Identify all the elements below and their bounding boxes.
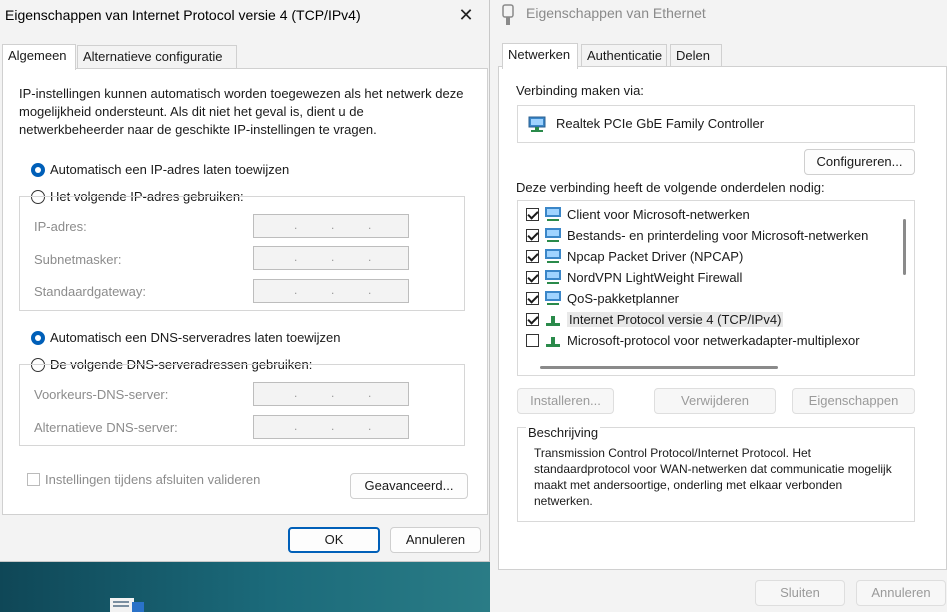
list-item[interactable]: NordVPN LightWeight Firewall bbox=[526, 267, 742, 287]
connect-via-label: Verbinding maken via: bbox=[516, 83, 644, 98]
component-label: Internet Protocol versie 4 (TCP/IPv4) bbox=[567, 311, 784, 327]
validate-label: Instellingen tijdens afsluiten valideren bbox=[45, 472, 261, 487]
dns-auto-label: Automatisch een DNS-serveradres laten to… bbox=[50, 330, 341, 345]
checkbox-checked-icon[interactable] bbox=[526, 228, 539, 242]
validate-checkbox[interactable]: Instellingen tijdens afsluiten valideren bbox=[27, 472, 260, 487]
description-title: Beschrijving bbox=[526, 425, 601, 440]
close-button[interactable]: Sluiten bbox=[755, 580, 845, 606]
list-item[interactable]: Npcap Packet Driver (NPCAP) bbox=[526, 246, 743, 266]
dialog-title: Eigenschappen van Ethernet bbox=[526, 5, 706, 21]
tab-networking[interactable]: Netwerken bbox=[502, 43, 578, 69]
network-service-icon bbox=[545, 270, 561, 284]
alternate-dns-field[interactable]: ... bbox=[253, 415, 409, 439]
default-gateway-field[interactable]: ... bbox=[253, 279, 409, 303]
ipv4-properties-dialog: Eigenschappen van Internet Protocol vers… bbox=[0, 0, 490, 562]
tab-alternate-config[interactable]: Alternatieve configuratie bbox=[77, 45, 237, 69]
component-label: Npcap Packet Driver (NPCAP) bbox=[567, 248, 744, 264]
list-item[interactable]: Client voor Microsoft-netwerken bbox=[526, 204, 750, 224]
list-item[interactable]: Bestands- en printerdeling voor Microsof… bbox=[526, 225, 868, 245]
list-item[interactable]: QoS-pakketplanner bbox=[526, 288, 679, 308]
install-button[interactable]: Installeren... bbox=[517, 388, 614, 414]
cancel-button[interactable]: Annuleren bbox=[390, 527, 481, 553]
checkbox-checked-icon[interactable] bbox=[526, 312, 539, 326]
ip-auto-radio[interactable]: Automatisch een IP-adres laten toewijzen bbox=[31, 162, 289, 177]
component-label: NordVPN LightWeight Firewall bbox=[567, 269, 743, 285]
components-list[interactable]: Client voor Microsoft-netwerken Bestands… bbox=[517, 200, 915, 376]
subnet-mask-label: Subnetmasker: bbox=[34, 252, 122, 267]
checkbox-checked-icon[interactable] bbox=[526, 270, 539, 284]
ip-address-field[interactable]: ... bbox=[253, 214, 409, 238]
alternate-dns-label: Alternatieve DNS-server: bbox=[34, 420, 178, 435]
tab-sharing[interactable]: Delen bbox=[670, 44, 722, 68]
network-protocol-icon bbox=[546, 316, 560, 326]
radio-selected-icon bbox=[31, 330, 45, 345]
tab-authentication[interactable]: Authenticatie bbox=[581, 44, 667, 68]
network-service-icon bbox=[545, 249, 561, 263]
adapter-name: Realtek PCIe GbE Family Controller bbox=[556, 116, 765, 131]
list-item[interactable]: Microsoft-protocol voor netwerkadapter-m… bbox=[526, 330, 860, 350]
titlebar: Eigenschappen van Internet Protocol vers… bbox=[0, 0, 489, 32]
network-service-icon bbox=[545, 228, 561, 242]
network-adapter-icon bbox=[528, 116, 546, 132]
checkbox-checked-icon[interactable] bbox=[526, 291, 539, 305]
horizontal-scrollbar[interactable] bbox=[540, 366, 778, 369]
advanced-button[interactable]: Geavanceerd... bbox=[350, 473, 468, 499]
checkbox-unchecked-icon bbox=[27, 473, 40, 486]
general-panel: IP-instellingen kunnen automatisch worde… bbox=[2, 68, 488, 515]
tab-general[interactable]: Algemeen bbox=[2, 44, 76, 70]
list-item-selected[interactable]: Internet Protocol versie 4 (TCP/IPv4) bbox=[526, 309, 784, 329]
components-label: Deze verbinding heeft de volgende onderd… bbox=[516, 180, 825, 195]
component-label: QoS-pakketplanner bbox=[567, 290, 680, 306]
network-service-icon bbox=[545, 291, 561, 305]
radio-selected-icon bbox=[31, 162, 45, 177]
description-text: IP-instellingen kunnen automatisch worde… bbox=[19, 86, 464, 137]
configure-button[interactable]: Configureren... bbox=[804, 149, 915, 175]
desktop-background bbox=[0, 560, 490, 612]
checkbox-unchecked-icon[interactable] bbox=[526, 333, 539, 347]
preferred-dns-label: Voorkeurs-DNS-server: bbox=[34, 387, 169, 402]
component-label: Microsoft-protocol voor netwerkadapter-m… bbox=[567, 332, 860, 348]
adapter-box: Realtek PCIe GbE Family Controller bbox=[517, 105, 915, 143]
ethernet-properties-dialog: Eigenschappen van Ethernet Netwerken Aut… bbox=[490, 0, 947, 612]
ok-button[interactable]: OK bbox=[288, 527, 380, 553]
cancel-button[interactable]: Annuleren bbox=[856, 580, 946, 606]
ip-address-label: IP-adres: bbox=[34, 219, 87, 234]
network-protocol-icon bbox=[546, 337, 560, 347]
ip-auto-label: Automatisch een IP-adres laten toewijzen bbox=[50, 162, 290, 177]
checkbox-checked-icon[interactable] bbox=[526, 249, 539, 263]
description-groupbox: Beschrijving Transmission Control Protoc… bbox=[517, 425, 915, 522]
dialog-title: Eigenschappen van Internet Protocol vers… bbox=[5, 7, 361, 23]
close-icon[interactable]: ✕ bbox=[443, 0, 489, 32]
ethernet-port-icon bbox=[502, 4, 514, 25]
component-label: Client voor Microsoft-netwerken bbox=[567, 206, 750, 222]
remove-button[interactable]: Verwijderen bbox=[654, 388, 776, 414]
component-label: Bestands- en printerdeling voor Microsof… bbox=[567, 227, 869, 243]
desktop-file-icon bbox=[110, 598, 144, 612]
subnet-mask-field[interactable]: ... bbox=[253, 246, 409, 270]
checkbox-checked-icon[interactable] bbox=[526, 207, 539, 221]
vertical-scrollbar[interactable] bbox=[903, 219, 906, 275]
default-gateway-label: Standaardgateway: bbox=[34, 284, 147, 299]
networking-panel: Verbinding maken via: Realtek PCIe GbE F… bbox=[498, 66, 947, 570]
properties-button[interactable]: Eigenschappen bbox=[792, 388, 915, 414]
preferred-dns-field[interactable]: ... bbox=[253, 382, 409, 406]
network-client-icon bbox=[545, 207, 561, 221]
description-text: Transmission Control Protocol/Internet P… bbox=[534, 446, 892, 508]
dns-auto-radio[interactable]: Automatisch een DNS-serveradres laten to… bbox=[31, 330, 340, 345]
